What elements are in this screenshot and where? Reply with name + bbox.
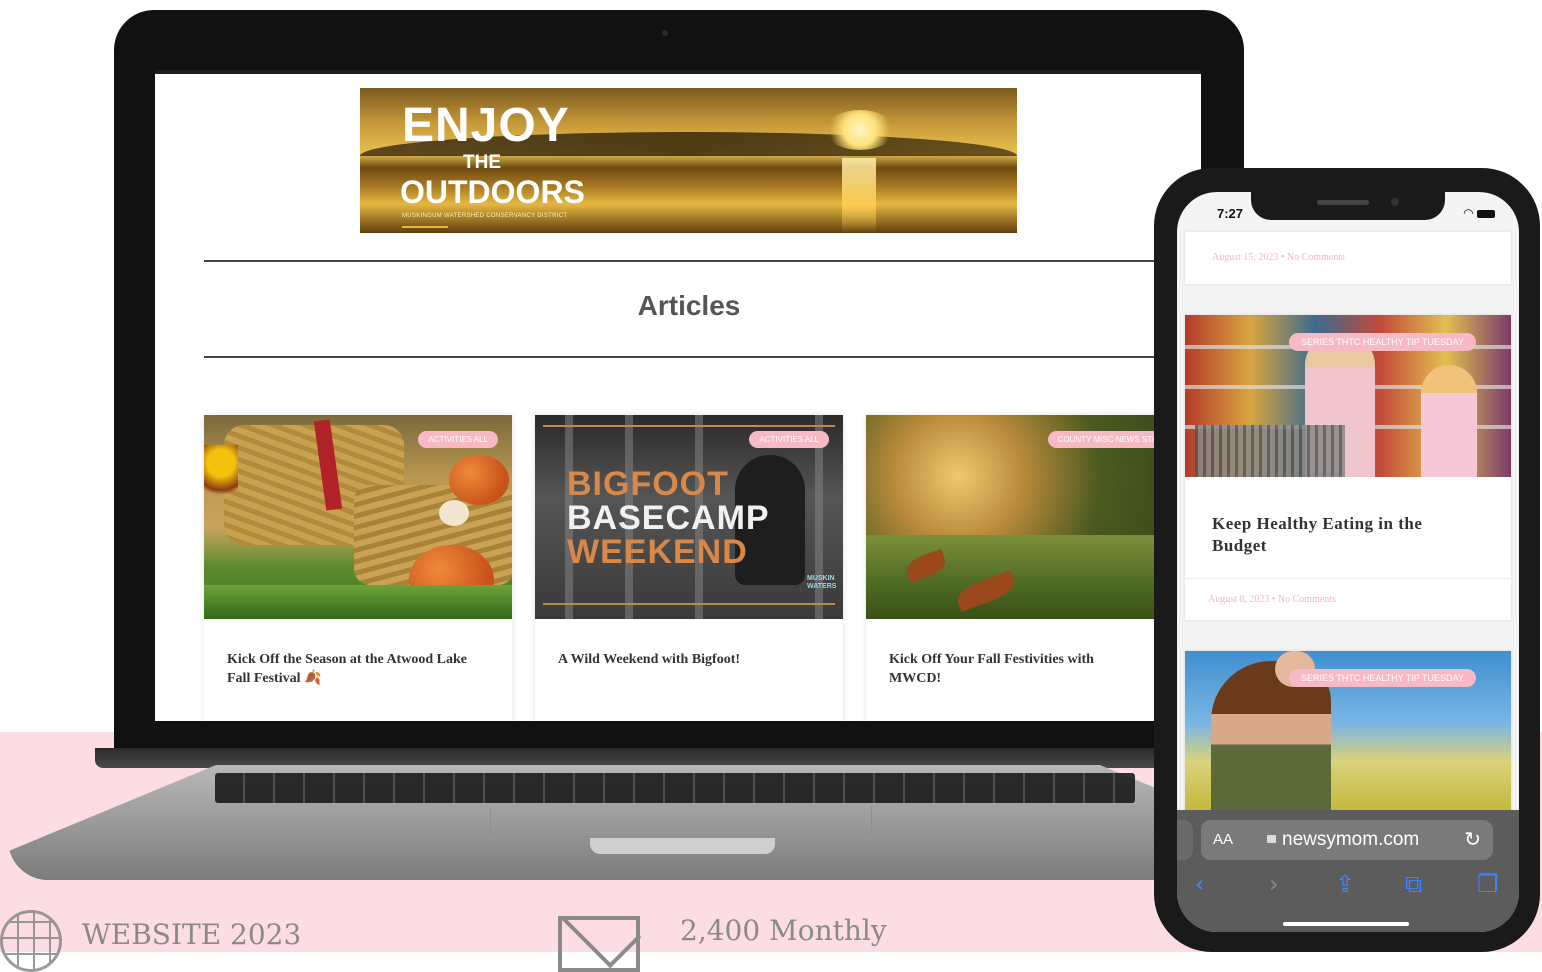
url-domain: newsymom.com [1282,829,1420,850]
divider-bottom [204,356,1201,358]
banner-headline-the: THE [463,152,501,173]
article-card[interactable]: BIGFOOT BASECAMP WEEKEND MUSKIN WATERS A… [535,415,843,721]
article-thumbnail-forest[interactable]: COUNTY MISC NEWS STARK [866,415,1174,619]
reader-text-size-button[interactable]: AA [1213,831,1233,848]
tabs-icon[interactable]: ❐ [1477,870,1499,898]
phone-screen: 7:27 ◜◝ August 15, 2023 • No Comments SE… [1177,192,1519,932]
mwcd-logo: MUSKIN WATERS [807,575,836,591]
category-badge[interactable]: SERIES THTC HEALTHY TIP TUESDAY [1289,669,1476,687]
banner-org-name: MUSKINGUM WATERSHED CONSERVANCY DISTRICT [402,213,568,219]
laptop-camera [662,30,668,36]
category-badge[interactable]: ACTIVITIES ALL [418,431,498,448]
article-card-previous[interactable]: August 15, 2023 • No Comments [1185,232,1511,284]
wifi-icon: ◜◝ [1463,206,1473,220]
sunflower [204,445,238,505]
laptop-screen: ENJOY THE OUTDOORS MUSKINGUM WATERSHED C… [155,70,1201,721]
bigfoot-word: BIGFOOT [567,465,729,503]
weekend-word: WEEKEND [567,533,748,571]
laptop-front-notch [590,838,775,854]
earpiece-speaker [1317,200,1369,205]
image-frame-line [543,425,835,427]
front-camera [1391,198,1399,206]
article-card[interactable]: ACTIVITIES ALL Kick Off the Season at th… [204,415,512,721]
reload-icon[interactable]: ↻ [1464,827,1481,851]
monthly-stat: 2,400 Monthly [680,914,887,947]
article-meta[interactable]: August 8, 2023 • No Comments [1208,594,1336,605]
card-divider [1185,578,1511,579]
banner-sun [825,110,895,150]
divider-top [204,260,1201,262]
article-card[interactable]: COUNTY MISC NEWS STARK Kick Off Your Fal… [866,415,1174,721]
website-stat: WEBSITE 2023 [82,918,302,951]
screen-top-bar [155,70,1201,74]
back-icon[interactable]: ‹ [1195,870,1205,898]
article-thumbnail-grocery[interactable]: SERIES THTC HEALTHY TIP TUESDAY [1185,315,1511,477]
article-meta[interactable]: August 15, 2023 • No Comments [1212,252,1345,263]
grass [204,585,512,619]
article-title[interactable]: A Wild Weekend with Bigfoot! [558,650,818,669]
status-icons: ◜◝ [1464,206,1495,220]
category-badge[interactable]: SERIES THTC HEALTHY TIP TUESDAY [1289,333,1476,351]
laptop-keyboard [215,773,1135,803]
laptop-trackpad [490,806,872,837]
mail-icon [558,887,642,972]
bookmarks-icon[interactable]: ⧉ [1405,870,1422,898]
logo-line: WATERS [807,583,837,590]
bigfoot-image-text: BIGFOOT BASECAMP WEEKEND [567,467,770,569]
shopping-cart [1195,425,1345,477]
logo-line: MUSKIN [807,575,835,582]
girl-figure [1421,365,1477,477]
banner-accent-line [402,226,448,228]
image-frame-line [543,603,835,605]
article-title[interactable]: Kick Off Your Fall Festivities with MWCD… [889,650,1149,688]
article-card[interactable]: SERIES THTC HEALTHY TIP TUESDAY [1185,651,1511,821]
article-card[interactable]: SERIES THTC HEALTHY TIP TUESDAY Keep Hea… [1185,315,1511,620]
article-thumbnail-bigfoot[interactable]: BIGFOOT BASECAMP WEEKEND MUSKIN WATERS A… [535,415,843,619]
outdoors-banner-ad[interactable]: ENJOY THE OUTDOORS MUSKINGUM WATERSHED C… [360,88,1017,233]
section-title: Articles [637,290,741,321]
article-thumbnail-pumpkins[interactable]: ACTIVITIES ALL [204,415,512,619]
basecamp-word: BASECAMP [567,499,770,537]
category-badge[interactable]: ACTIVITIES ALL [749,431,829,448]
previous-tab-urlbar[interactable] [1177,820,1193,860]
banner-headline-outdoors: OUTDOORS [400,174,585,210]
address-bar[interactable]: AA newsymom.com ↻ [1201,820,1493,860]
home-indicator[interactable] [1283,922,1409,926]
safari-toolbar: AA newsymom.com ↻ ‹ › ⇪ ⧉ ❐ [1177,810,1519,932]
article-thumbnail-allergy[interactable]: SERIES THTC HEALTHY TIP TUESDAY [1185,651,1511,813]
forward-icon[interactable]: › [1269,870,1279,898]
lock-icon [1267,835,1276,843]
banner-headline-enjoy: ENJOY [402,99,570,152]
article-title[interactable]: Keep Healthy Eating in the Budget [1212,513,1482,557]
status-time: 7:27 [1217,206,1244,221]
banner-sun-reflection [842,158,876,233]
pumpkin [449,455,509,505]
phone-device: 7:27 ◜◝ August 15, 2023 • No Comments SE… [1154,168,1540,952]
article-title[interactable]: Kick Off the Season at the Atwood Lake F… [227,650,487,688]
white-pumpkin [439,500,469,526]
url-text[interactable]: newsymom.com [1267,829,1419,851]
share-icon[interactable]: ⇪ [1335,870,1355,898]
battery-icon [1477,209,1495,218]
globe-icon [0,910,62,972]
phone-notch [1251,192,1445,220]
